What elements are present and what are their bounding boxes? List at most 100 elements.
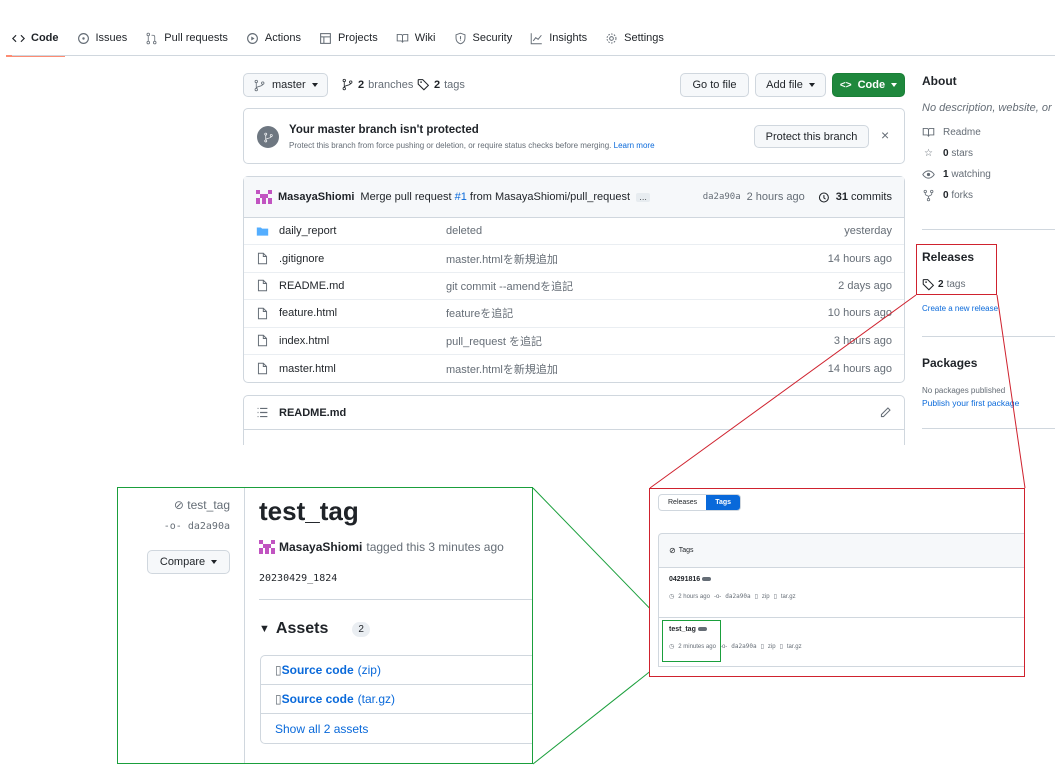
tab-code[interactable]: Code (6, 20, 64, 57)
tag-age: 2 hours ago (678, 593, 710, 600)
tab-pull-requests[interactable]: Pull requests (145, 20, 228, 56)
show-all-assets-link[interactable]: Show all 2 assets (261, 714, 532, 743)
file-row[interactable]: daily_report deleted yesterday (244, 218, 904, 246)
release-commit-link[interactable]: -o- da2a90a (118, 521, 230, 532)
tab-wiki[interactable]: Wiki (396, 20, 436, 56)
tag-name[interactable]: test_tag (669, 626, 1024, 633)
file-name-cell: index.html (256, 334, 446, 347)
forks-label: forks (951, 190, 974, 201)
tab-settings[interactable]: Settings (605, 20, 664, 56)
assets-label: Assets (275, 620, 329, 637)
asset-row[interactable]: ▯ Source code (zip) (261, 656, 532, 685)
file-row[interactable]: README.md git commit --amendを追記 2 days ago (244, 273, 904, 301)
asset-row[interactable]: ▯ Source code (tar.gz) (261, 685, 532, 714)
stars-label: stars (951, 148, 974, 159)
file-commit-message[interactable]: master.htmlを新規追加 (446, 361, 828, 377)
create-release-link[interactable]: Create a new release (922, 304, 1055, 313)
tag-targz-link[interactable]: tar.gz (781, 594, 796, 600)
tags-link[interactable]: 2 tags (417, 78, 465, 91)
tag-zip-link[interactable]: zip (762, 594, 770, 600)
learn-more-link[interactable]: Learn more (614, 141, 655, 150)
publish-package-link[interactable]: Publish your first package (922, 398, 1055, 408)
tag-more-icon[interactable] (702, 577, 712, 582)
tag-targz-link[interactable]: tar.gz (787, 644, 802, 650)
avatar[interactable] (259, 540, 275, 554)
commit-age: 2 hours ago (746, 191, 805, 203)
commit-author[interactable]: MasayaShiomi (278, 191, 354, 203)
file-commit-message[interactable]: master.htmlを新規追加 (446, 251, 828, 267)
pencil-icon[interactable] (879, 406, 892, 419)
assets-toggle[interactable]: ▼ Assets 2 (259, 620, 370, 638)
file-commit-message[interactable]: deleted (446, 225, 844, 237)
protect-branch-button[interactable]: Protect this branch (754, 125, 869, 148)
file-commit-message[interactable]: featureを追記 (446, 305, 828, 321)
tab-insights[interactable]: Insights (530, 20, 587, 56)
protect-desc: Protect this branch from force pushing o… (289, 141, 655, 150)
file-name[interactable]: master.html (279, 363, 336, 375)
tags-count: 2 (434, 78, 441, 91)
gear-icon (605, 32, 618, 45)
watching: 1 watching (943, 169, 991, 180)
release-sha: da2a90a (187, 521, 230, 532)
file-name-cell: README.md (256, 279, 446, 292)
protect-title: Your master branch isn't protected (289, 124, 479, 136)
compare-button[interactable]: Compare (147, 550, 230, 574)
packages-empty: No packages published (922, 386, 1006, 395)
tag-sha[interactable]: da2a90a (725, 593, 750, 600)
tab-security[interactable]: Security (454, 20, 512, 56)
tab-projects[interactable]: Projects (319, 20, 378, 56)
add-file-button[interactable]: Add file (755, 73, 826, 97)
close-icon[interactable]: × (881, 128, 889, 142)
release-byline: MasayaShiomi tagged this 3 minutes ago (259, 540, 504, 554)
pr-link[interactable]: #1 (455, 191, 467, 203)
commits-label: commits (851, 191, 892, 203)
file-row[interactable]: index.html pull_request を追記 3 hours ago (244, 328, 904, 355)
code-button[interactable]: <> Code (832, 73, 905, 97)
tab-releases[interactable]: Releases (659, 495, 706, 510)
readme-title[interactable]: README.md (279, 407, 346, 419)
file-row[interactable]: feature.html featureを追記 10 hours ago (244, 300, 904, 328)
release-tagged-time: tagged this 3 minutes ago (366, 540, 504, 554)
file-name[interactable]: .gitignore (279, 253, 324, 265)
commit-sha[interactable]: da2a90a (703, 192, 741, 202)
eye-icon (922, 168, 935, 181)
go-to-file-button[interactable]: Go to file (680, 73, 749, 97)
release-author[interactable]: MasayaShiomi (279, 540, 362, 554)
go-to-file-label: Go to file (692, 79, 737, 91)
tab-settings-label: Settings (624, 32, 664, 44)
file-name[interactable]: index.html (279, 335, 329, 347)
packages-title[interactable]: Packages (922, 356, 1055, 370)
file-name[interactable]: daily_report (279, 225, 336, 237)
list-icon[interactable] (256, 406, 269, 419)
forks-link[interactable]: 0 forks (922, 185, 1055, 206)
tag-name[interactable]: 04291816 (669, 576, 1024, 583)
tab-issues[interactable]: Issues (77, 20, 127, 56)
tab-actions[interactable]: Actions (246, 20, 301, 56)
tag-sha[interactable]: da2a90a (731, 643, 756, 650)
asset-ext: (zip) (357, 663, 381, 677)
expand-commit-button[interactable]: … (636, 192, 651, 202)
file-rows: daily_report deleted yesterday .gitignore ma… (244, 218, 904, 382)
tab-tags[interactable]: Tags (706, 495, 741, 510)
watching-link[interactable]: 1 watching (922, 164, 1055, 185)
compare-label: Compare (159, 556, 206, 568)
assets-count-badge: 2 (352, 621, 370, 637)
branch-select-button[interactable]: master (243, 73, 328, 97)
stars-link[interactable]: ☆ 0 stars (922, 143, 1055, 164)
readme-link[interactable]: Readme (922, 122, 1055, 143)
commits-link[interactable]: 31 commits (836, 191, 892, 203)
release-tag-link[interactable]: ⊘ test_tag (118, 498, 230, 512)
branches-count: 2 (358, 78, 365, 91)
tag-name-text: 04291816 (669, 576, 701, 583)
file-name[interactable]: feature.html (279, 307, 337, 319)
file-row[interactable]: master.html master.htmlを新規追加 14 hours ago (244, 355, 904, 382)
table-icon (319, 32, 332, 45)
tag-zip-link[interactable]: zip (768, 644, 776, 650)
file-commit-message[interactable]: pull_request を追記 (446, 333, 834, 349)
file-commit-message[interactable]: git commit --amendを追記 (446, 278, 838, 294)
file-name[interactable]: README.md (279, 280, 344, 292)
branches-link[interactable]: 2 branches (341, 78, 413, 91)
asset-ext: (tar.gz) (357, 692, 395, 706)
file-icon (256, 362, 269, 375)
file-row[interactable]: .gitignore master.htmlを新規追加 14 hours ago (244, 245, 904, 273)
